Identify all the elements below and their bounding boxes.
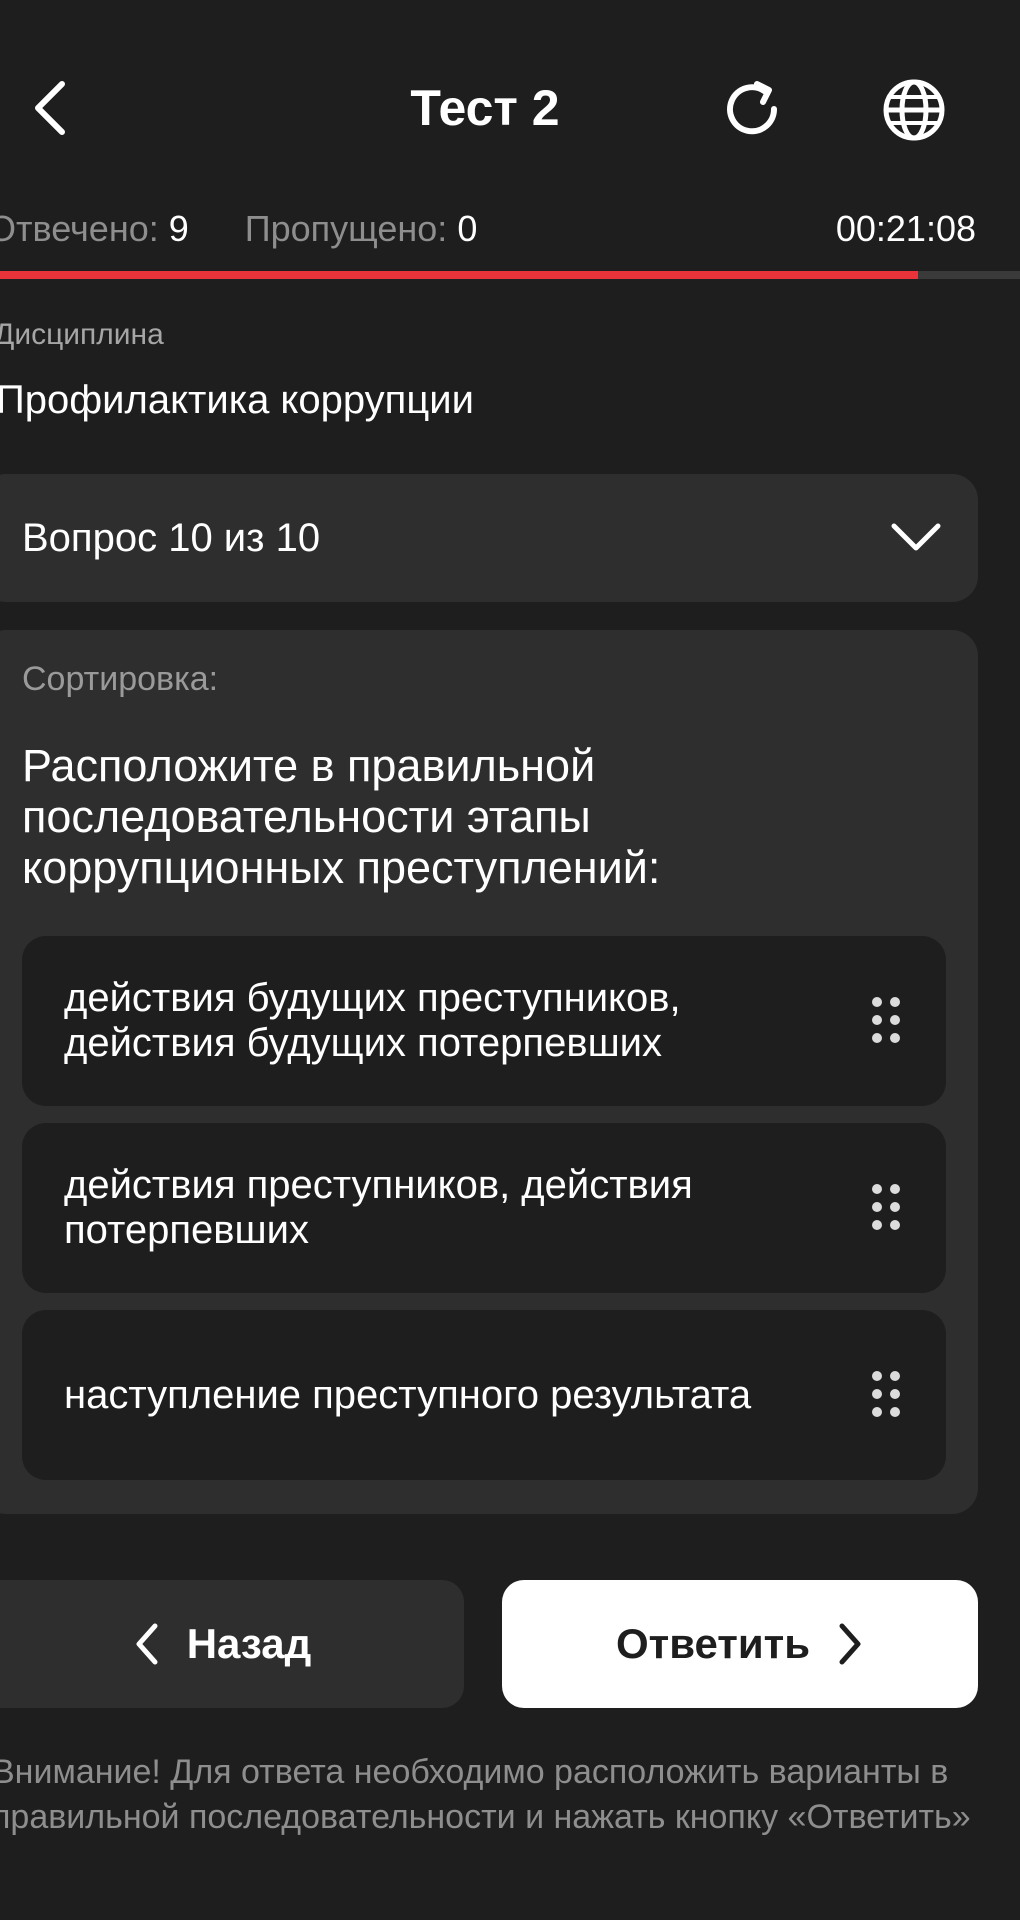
sort-option[interactable]: действия преступников, действия потерпев… xyxy=(22,1123,946,1293)
refresh-icon xyxy=(727,81,778,135)
chevron-right-icon xyxy=(839,1623,861,1665)
sort-option-text: действия преступников, действия потерпев… xyxy=(64,1163,693,1252)
back-nav-label: Назад xyxy=(186,1620,312,1667)
notice-text: Внимание! Для ответа необходимо располож… xyxy=(0,1753,971,1836)
back-nav-button[interactable]: Назад xyxy=(0,1580,464,1708)
chevron-left-icon xyxy=(136,1623,158,1665)
progress-fill xyxy=(0,271,918,279)
stats-row: Отвечено: 9 Пропущено: 0 xyxy=(0,204,477,254)
question-text: Расположите в правильной последовательно… xyxy=(22,740,661,893)
answered-count: 9 xyxy=(168,208,189,249)
question-selector[interactable]: Вопрос 10 из 10 xyxy=(0,474,978,602)
discipline-label: Дисциплина xyxy=(0,318,164,351)
back-button[interactable] xyxy=(20,70,80,146)
drag-handle-icon[interactable] xyxy=(870,1370,902,1418)
drag-handle-icon[interactable] xyxy=(870,996,902,1044)
page-title: Тест 2 xyxy=(410,80,560,136)
discipline-name: Профилактика коррупции xyxy=(0,378,474,422)
drag-handle-icon[interactable] xyxy=(870,1183,902,1231)
refresh-button[interactable] xyxy=(714,74,790,144)
sort-option-text: действия будущих преступников, действия … xyxy=(64,976,681,1065)
question-type: Сортировка: xyxy=(22,660,219,698)
timer: 00:21:08 xyxy=(835,208,976,249)
sort-option-text: наступление преступного результата xyxy=(64,1372,752,1417)
skipped-count: 0 xyxy=(457,208,478,249)
chevron-left-icon xyxy=(35,81,65,135)
globe-icon xyxy=(883,79,945,141)
answer-button-label: Ответить xyxy=(615,1620,811,1667)
question-card: Сортировка: Расположите в правильной пос… xyxy=(0,630,978,1514)
answer-button[interactable]: Ответить xyxy=(502,1580,978,1708)
question-selector-label: Вопрос 10 из 10 xyxy=(22,516,321,560)
chevron-down-icon xyxy=(891,523,941,551)
sort-option[interactable]: наступление преступного результата xyxy=(22,1310,946,1480)
header: Тест 2 xyxy=(0,0,1020,220)
sort-option[interactable]: действия будущих преступников, действия … xyxy=(22,936,946,1106)
language-button[interactable] xyxy=(876,72,952,148)
skipped-label: Пропущено: xyxy=(244,208,448,249)
answered-label: Отвечено: xyxy=(0,208,159,249)
progress-bar xyxy=(0,271,1020,279)
